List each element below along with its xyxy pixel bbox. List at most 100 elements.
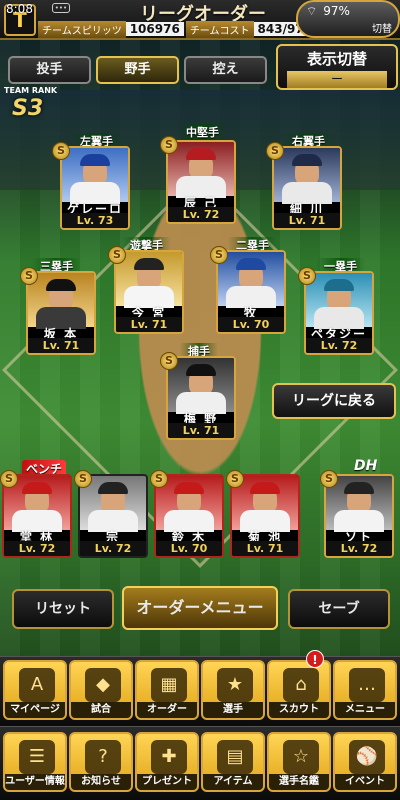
player-portrait bbox=[28, 273, 94, 329]
user-info-icon: ☰ bbox=[19, 740, 55, 774]
menu-mypage[interactable]: A マイページ bbox=[3, 660, 67, 720]
display-toggle-button[interactable]: 表示切替 ー bbox=[276, 44, 398, 90]
player-name: 牧 bbox=[243, 306, 258, 320]
player-level: Lv. 72 bbox=[168, 207, 234, 222]
save-button[interactable]: セーブ bbox=[288, 589, 390, 629]
player-level: Lv. 72 bbox=[326, 541, 392, 556]
battery-value: 97% bbox=[323, 4, 350, 18]
player-name: ゲレーロ bbox=[66, 202, 123, 216]
display-toggle-label: 表示切替 bbox=[306, 50, 367, 68]
player-cap bbox=[344, 482, 374, 494]
order-menu-button[interactable]: オーダーメニュー bbox=[122, 586, 278, 630]
player-card-center-field[interactable]: 辰 己 Lv. 72 bbox=[166, 140, 236, 224]
menu-item[interactable]: ▤ アイテム bbox=[201, 732, 265, 792]
player-card-bench-2[interactable]: 宗 Lv. 72 bbox=[78, 474, 148, 558]
player-name: 今 宮 bbox=[131, 306, 167, 320]
s-rank-coin-icon: S bbox=[74, 470, 92, 488]
player-name: 菊 池 bbox=[247, 530, 283, 544]
player-card-bench-3[interactable]: 鈴 木 Lv. 70 bbox=[154, 474, 224, 558]
menu-label: 選手名鑑 bbox=[269, 774, 329, 790]
top-status-bar: T 8:08 ••• リーグオーダー チームスピリッツ 106976 チームコス… bbox=[0, 0, 400, 40]
s-rank-coin-icon: S bbox=[226, 470, 244, 488]
player-card-catcher[interactable]: 梅 野 Lv. 71 bbox=[166, 356, 236, 440]
player-name: 梅 野 bbox=[183, 412, 219, 426]
player-name: 細 川 bbox=[289, 202, 325, 216]
team-rank-label: TEAM RANK bbox=[4, 86, 58, 95]
menu-scout[interactable]: ⌂ スカウト bbox=[267, 660, 331, 720]
player-level: Lv. 71 bbox=[274, 213, 340, 228]
stadium-icon: ◆ bbox=[85, 668, 121, 702]
menu-label: ユーザー情報 bbox=[5, 774, 65, 790]
player-cap bbox=[174, 482, 204, 494]
s-rank-coin-icon: S bbox=[160, 136, 178, 154]
menu-label: マイページ bbox=[5, 702, 65, 718]
player-card-bench-4[interactable]: 菊 池 Lv. 71 bbox=[230, 474, 300, 558]
scout-ticket-icon: ⌂ bbox=[283, 668, 319, 702]
s-rank-coin-icon: S bbox=[266, 142, 284, 160]
player-level: Lv. 72 bbox=[4, 541, 70, 556]
menu-menu[interactable]: … メニュー bbox=[333, 660, 397, 720]
player-portrait bbox=[168, 142, 234, 198]
reset-button[interactable]: リセット bbox=[12, 589, 114, 629]
bat-ball-icon: ⚾ bbox=[349, 740, 385, 774]
s-rank-coin-icon: S bbox=[20, 267, 38, 285]
player-cap bbox=[98, 482, 128, 494]
player-level: Lv. 70 bbox=[156, 541, 222, 556]
back-to-league-button[interactable]: リーグに戻る bbox=[272, 383, 396, 419]
player-portrait bbox=[306, 273, 372, 329]
menu-present[interactable]: ✚ プレゼント bbox=[135, 732, 199, 792]
player-cap bbox=[22, 482, 52, 494]
menu-players[interactable]: ★ 選手 bbox=[201, 660, 265, 720]
player-cap bbox=[80, 154, 110, 166]
player-cap bbox=[324, 279, 354, 291]
order-field-icon: ▦ bbox=[151, 668, 187, 702]
player-name: 鈴 木 bbox=[171, 530, 207, 544]
menu-event[interactable]: ⚾ イベント bbox=[333, 732, 397, 792]
player-card-third-base[interactable]: 坂 本 Lv. 71 bbox=[26, 271, 96, 355]
player-level: Lv. 71 bbox=[168, 423, 234, 438]
player-card-second-base[interactable]: 牧 Lv. 70 bbox=[216, 250, 286, 334]
player-cap bbox=[292, 154, 322, 166]
menu-label: プレゼント bbox=[137, 774, 197, 790]
position-center-field: 中堅手 bbox=[178, 124, 227, 140]
player-name: 辰 己 bbox=[183, 196, 219, 210]
menu-match[interactable]: ◆ 試合 bbox=[69, 660, 133, 720]
menu-news[interactable]: ? お知らせ bbox=[69, 732, 133, 792]
news-icon: ? bbox=[85, 740, 121, 774]
position-tabs: 投手 野手 控え bbox=[8, 56, 267, 84]
player-level: Lv. 73 bbox=[62, 213, 128, 228]
team-rank-badge: S3 bbox=[12, 96, 44, 121]
s-rank-coin-icon: S bbox=[0, 470, 18, 488]
player-silhouette-icon: ★ bbox=[217, 668, 253, 702]
player-cap bbox=[46, 279, 76, 291]
tab-pitcher[interactable]: 投手 bbox=[8, 56, 91, 84]
display-toggle-value: ー bbox=[287, 71, 387, 88]
scout-alert-badge: ! bbox=[306, 650, 324, 668]
tab-fielder[interactable]: 野手 bbox=[96, 56, 179, 84]
player-cap bbox=[186, 148, 216, 160]
player-cap bbox=[236, 258, 266, 270]
s-rank-coin-icon: S bbox=[298, 267, 316, 285]
player-card-dh[interactable]: ソト Lv. 72 bbox=[324, 474, 394, 558]
s-rank-coin-icon: S bbox=[150, 470, 168, 488]
tab-reserve[interactable]: 控え bbox=[184, 56, 267, 84]
player-portrait bbox=[62, 148, 128, 204]
team-spirits-value: 106976 bbox=[125, 22, 184, 36]
player-card-right-field[interactable]: 細 川 Lv. 71 bbox=[272, 146, 342, 230]
player-card-first-base[interactable]: ペタジーニ Lv. 72 bbox=[304, 271, 374, 355]
player-name: 宗 bbox=[105, 530, 120, 544]
player-level: Lv. 72 bbox=[80, 541, 146, 556]
player-name: ペタジーニ bbox=[310, 327, 367, 353]
menu-user-info[interactable]: ☰ ユーザー情報 bbox=[3, 732, 67, 792]
player-portrait bbox=[116, 252, 182, 308]
menu-order[interactable]: ▦ オーダー bbox=[135, 660, 199, 720]
menu-label: 試合 bbox=[71, 702, 131, 718]
clock: 8:08 bbox=[6, 2, 33, 16]
player-level: Lv. 71 bbox=[116, 317, 182, 332]
player-portrait bbox=[274, 148, 340, 204]
player-portrait bbox=[218, 252, 284, 308]
menu-player-directory[interactable]: ☆ 選手名鑑 bbox=[267, 732, 331, 792]
player-card-left-field[interactable]: ゲレーロ Lv. 73 bbox=[60, 146, 130, 230]
player-card-shortstop[interactable]: 今 宮 Lv. 71 bbox=[114, 250, 184, 334]
switch-button[interactable]: ⌔ 97% 切替 bbox=[296, 0, 400, 38]
